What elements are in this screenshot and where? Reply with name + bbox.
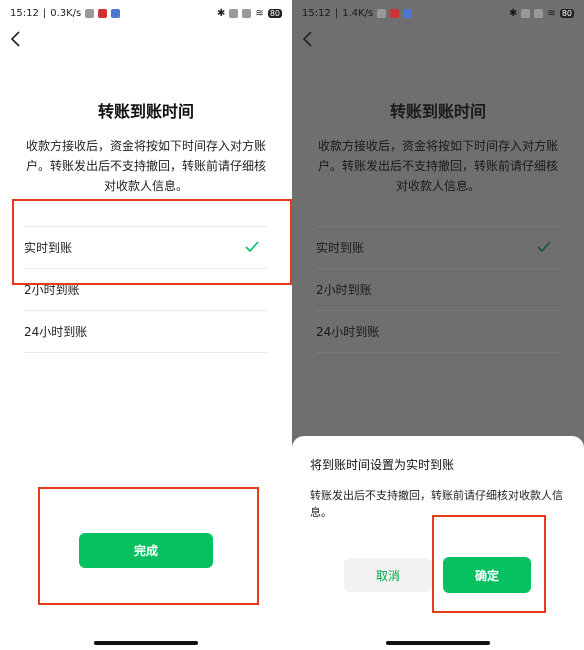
option-label: 2小时到账 — [24, 283, 80, 297]
home-indicator — [386, 641, 490, 645]
option-2-hours[interactable]: 2小时到账 — [316, 268, 560, 310]
description-line: 户。转账发出后不支持撤回，转账前请仔细核 — [317, 159, 558, 173]
confirm-dialog: 将到账时间设置为实时到账 转账发出后不支持撤回，转账前请仔细核对收款人信息。 取… — [292, 436, 584, 650]
status-time: 15:12 — [302, 7, 331, 19]
arrival-time-options: 实时到账 2小时到账 24小时到账 — [316, 226, 560, 353]
option-label: 24小时到账 — [316, 325, 380, 339]
left-screen: 15:12 | 0.3K/s ✱ ≋ 80 转账到账时间 收款方接收后，资金将按… — [0, 0, 292, 650]
description-line: 收款方接收后，资金将按如下时间存入对方账 — [317, 139, 558, 153]
bluetooth-icon: ✱ — [509, 7, 518, 19]
description-line: 对收款人信息。 — [395, 179, 480, 193]
status-bar: 15:12 | 1.4K/s ✱ ≋ 80 — [302, 7, 574, 19]
page-title: 转账到账时间 — [389, 102, 486, 121]
signal-icon — [229, 8, 239, 18]
option-realtime[interactable]: 实时到账 — [316, 226, 560, 268]
option-label: 实时到账 — [24, 241, 73, 255]
bluetooth-icon: ✱ — [217, 7, 226, 19]
option-label: 24小时到账 — [24, 325, 88, 339]
wifi-icon: ≋ — [547, 7, 556, 19]
description-line: 收款方接收后，资金将按如下时间存入对方账 — [25, 139, 266, 153]
app-notification-icon-2 — [403, 8, 413, 18]
battery-level: 80 — [267, 8, 282, 18]
app-notification-icon — [390, 8, 400, 18]
option-realtime[interactable]: 实时到账 — [24, 226, 268, 268]
dialog-title: 将到账时间设置为实时到账 — [310, 458, 455, 472]
confirm-button[interactable]: 确定 — [443, 557, 531, 593]
option-label: 实时到账 — [316, 241, 365, 255]
notification-icon — [377, 8, 387, 18]
page-title: 转账到账时间 — [97, 102, 194, 121]
status-time: 15:12 — [10, 7, 39, 19]
arrival-time-options: 实时到账 2小时到账 24小时到账 — [24, 226, 268, 353]
wifi-icon: ≋ — [255, 7, 264, 19]
app-notification-icon — [98, 8, 108, 18]
right-screen: 15:12 | 1.4K/s ✱ ≋ 80 转账到账时间 收款方接收后，资金将按… — [292, 0, 584, 650]
signal-icon — [521, 8, 531, 18]
back-arrow-icon[interactable] — [300, 30, 316, 48]
signal-icon-2 — [242, 8, 252, 18]
status-bar: 15:12 | 0.3K/s ✱ ≋ 80 — [10, 7, 282, 19]
option-label: 2小时到账 — [316, 283, 372, 297]
checkmark-icon — [245, 241, 259, 253]
page-description: 收款方接收后，资金将按如下时间存入对方账 户。转账发出后不支持撤回，转账前请仔细… — [20, 136, 272, 196]
notification-icon — [85, 8, 95, 18]
cancel-button[interactable]: 取消 — [344, 558, 432, 592]
back-arrow-icon[interactable] — [8, 30, 24, 48]
page-description: 收款方接收后，资金将按如下时间存入对方账 户。转账发出后不支持撤回，转账前请仔细… — [312, 136, 564, 196]
network-speed: 1.4K/s — [342, 7, 374, 19]
option-2-hours[interactable]: 2小时到账 — [24, 268, 268, 310]
battery-level: 80 — [559, 8, 574, 18]
option-24-hours[interactable]: 24小时到账 — [316, 310, 560, 353]
description-line: 户。转账发出后不支持撤回，转账前请仔细核 — [25, 159, 266, 173]
option-24-hours[interactable]: 24小时到账 — [24, 310, 268, 353]
description-line: 对收款人信息。 — [103, 179, 188, 193]
app-notification-icon-2 — [111, 8, 121, 18]
done-button[interactable]: 完成 — [79, 533, 213, 568]
signal-icon-2 — [534, 8, 544, 18]
home-indicator — [94, 641, 198, 645]
checkmark-icon — [537, 241, 551, 253]
network-speed: 0.3K/s — [50, 7, 82, 19]
dialog-message: 转账发出后不支持撤回，转账前请仔细核对收款人信息。 — [310, 489, 563, 519]
